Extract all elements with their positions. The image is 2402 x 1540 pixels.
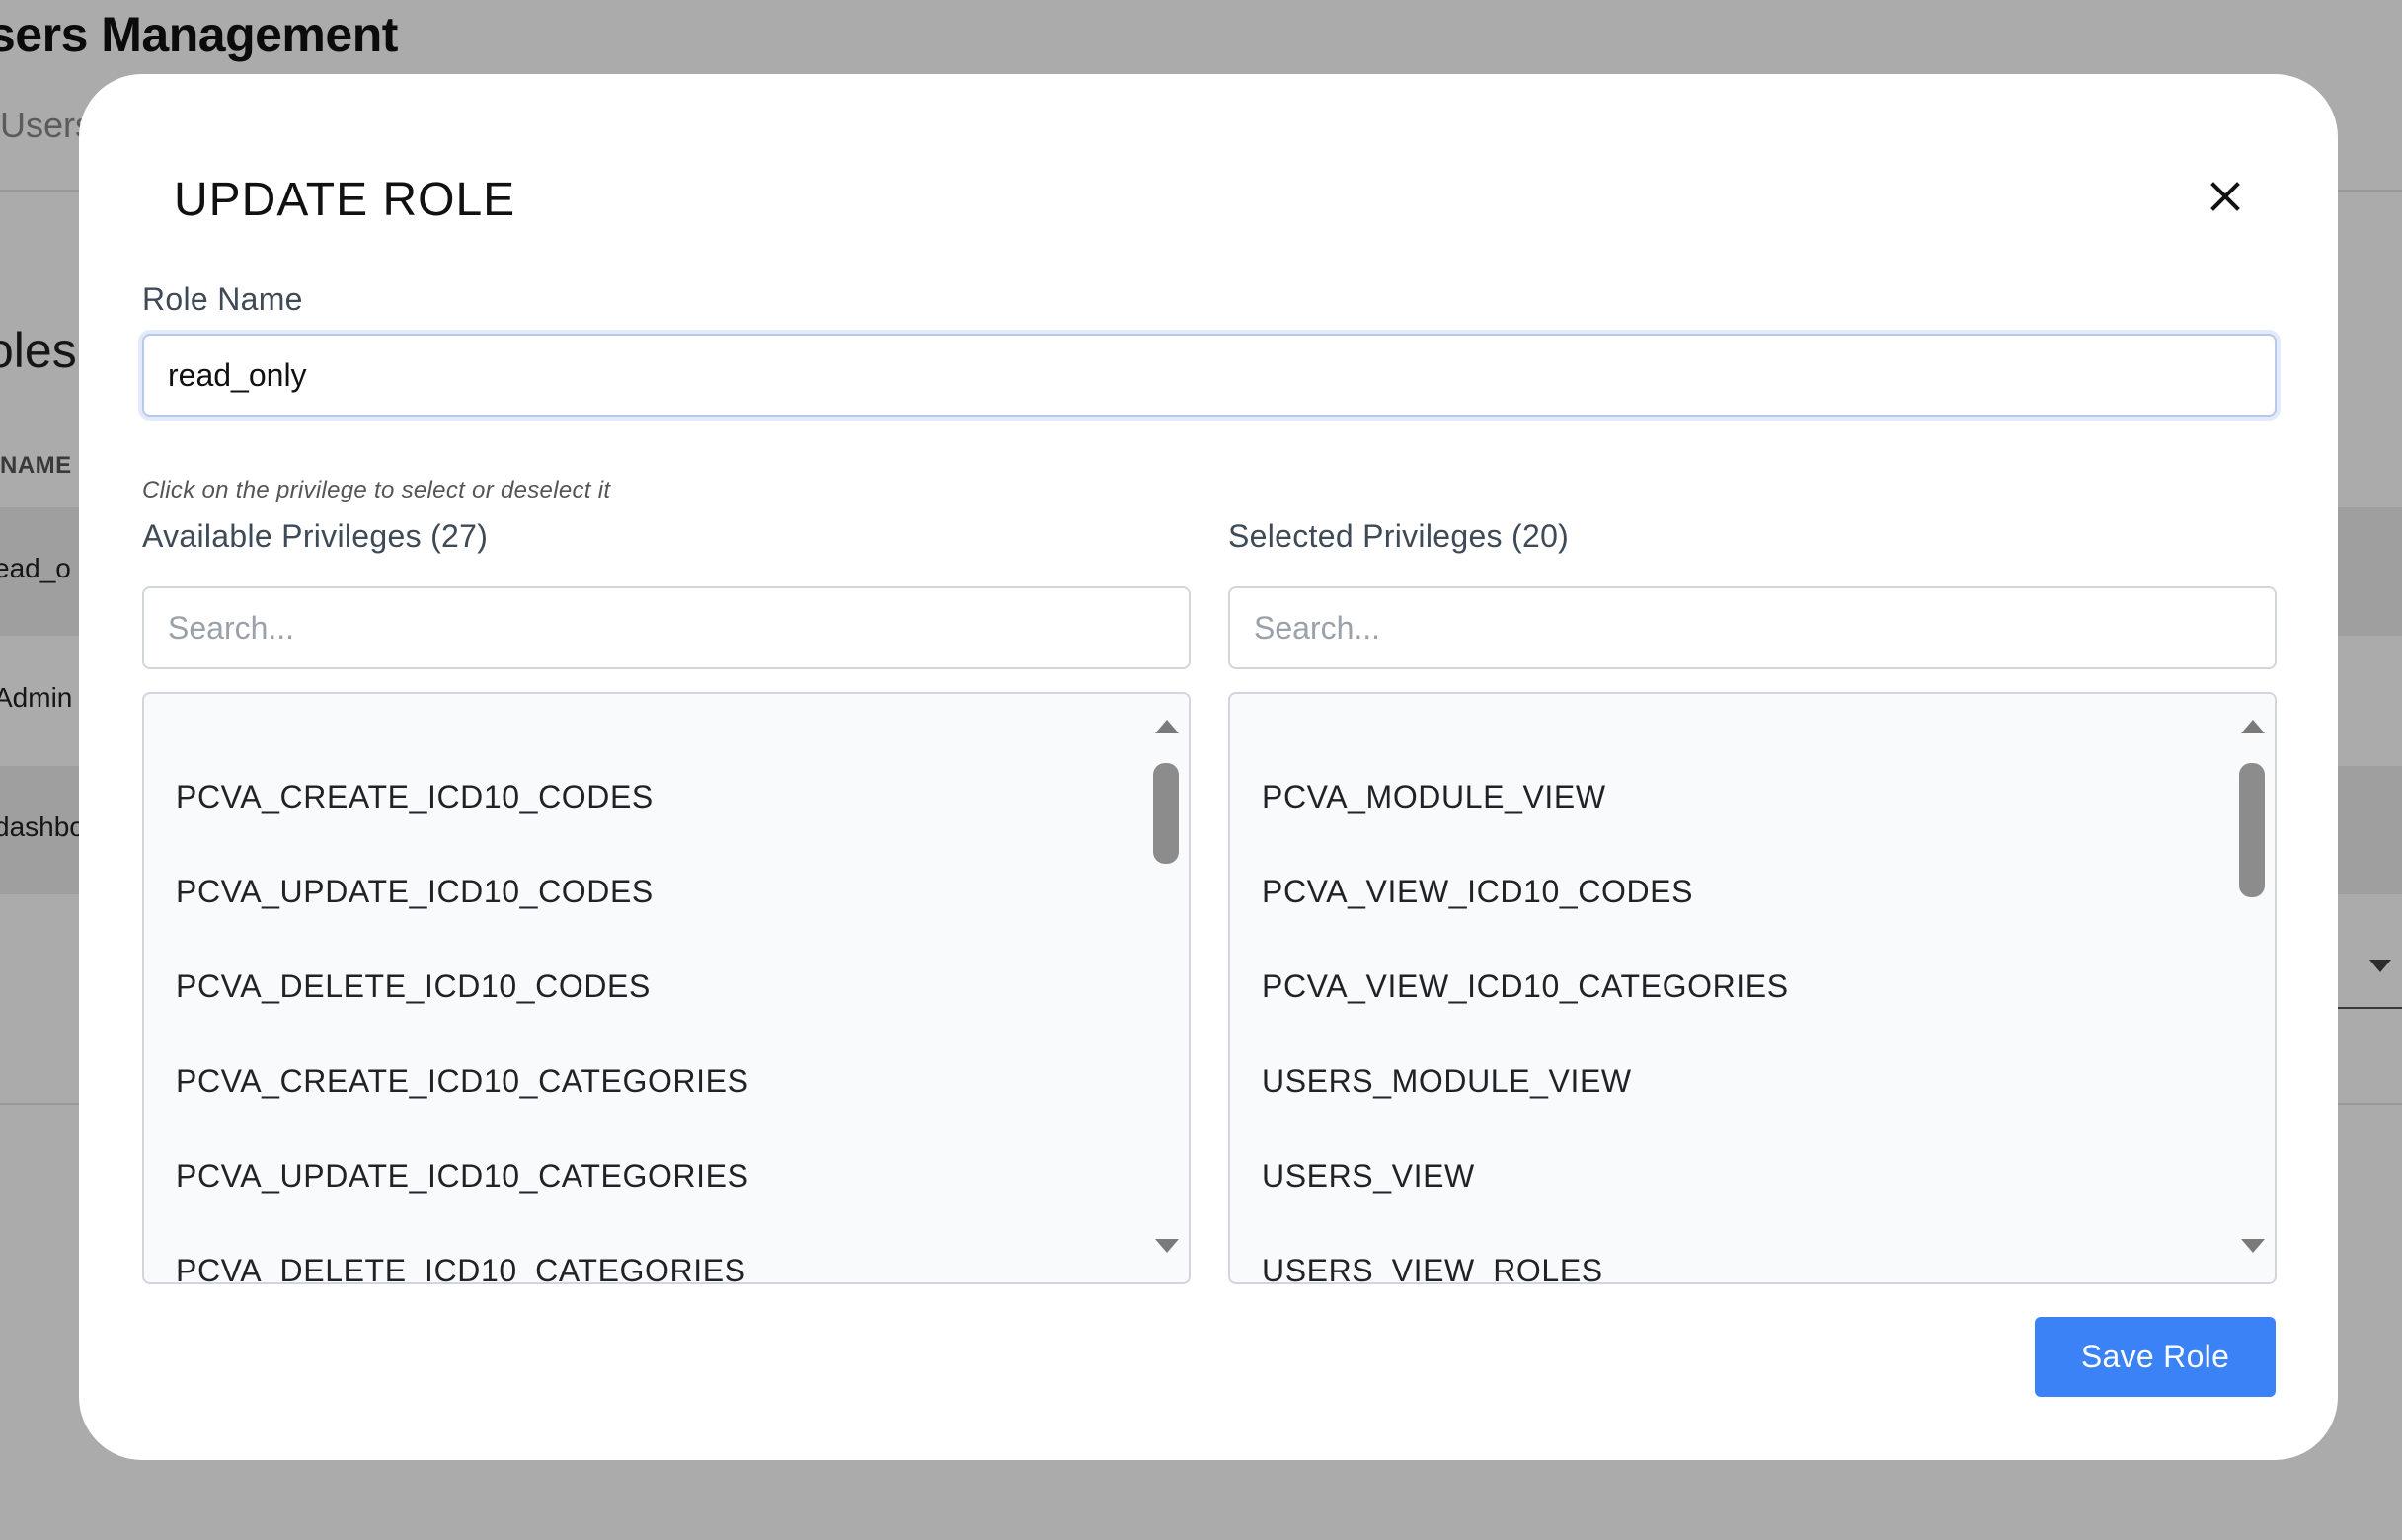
selected-privileges-list[interactable]: PCVA_MODULE_VIEW PCVA_VIEW_ICD10_CODES P… [1228,692,2277,1284]
available-scrollbar[interactable] [1143,694,1189,1282]
privilege-item[interactable]: PCVA_CREATE_ICD10_CODES [144,749,1145,844]
privilege-hint: Click on the privilege to select or dese… [142,477,611,503]
privilege-item[interactable]: PCVA_MODULE_VIEW [1230,749,2231,844]
privilege-item[interactable]: PCVA_DELETE_ICD10_CATEGORIES [144,1223,1145,1282]
scroll-up-arrow-icon[interactable] [2241,720,2265,733]
privilege-item[interactable]: PCVA_VIEW_ICD10_CATEGORIES [1230,939,2231,1034]
scroll-thumb[interactable] [1153,763,1179,864]
close-button[interactable] [2198,169,2253,224]
save-role-button[interactable]: Save Role [2035,1317,2276,1397]
role-name-label: Role Name [142,281,303,317]
modal-title: UPDATE ROLE [174,174,516,226]
scroll-up-arrow-icon[interactable] [1155,720,1179,733]
privilege-item[interactable]: USERS_VIEW_ROLES [1230,1223,2231,1282]
available-privileges-label: Available Privileges (27) [142,518,489,554]
role-name-input[interactable] [142,334,2277,417]
selected-scrollbar[interactable] [2229,694,2275,1282]
available-search-input[interactable] [142,586,1191,669]
privilege-item[interactable]: PCVA_UPDATE_ICD10_CATEGORIES [144,1128,1145,1223]
available-privileges-list[interactable]: PCVA_CREATE_ICD10_CODES PCVA_UPDATE_ICD1… [142,692,1191,1284]
scroll-thumb[interactable] [2239,763,2265,897]
selected-privileges-label: Selected Privileges (20) [1228,518,1570,554]
privilege-item[interactable]: USERS_VIEW [1230,1128,2231,1223]
selected-search-input[interactable] [1228,586,2277,669]
privilege-item[interactable]: PCVA_DELETE_ICD10_CODES [144,939,1145,1034]
close-icon [2210,182,2240,211]
privilege-item[interactable]: PCVA_CREATE_ICD10_CATEGORIES [144,1034,1145,1128]
privilege-item[interactable]: PCVA_UPDATE_ICD10_CODES [144,844,1145,939]
privilege-item[interactable]: PCVA_VIEW_ICD10_CODES [1230,844,2231,939]
scroll-down-arrow-icon[interactable] [2241,1239,2265,1253]
scroll-down-arrow-icon[interactable] [1155,1239,1179,1253]
update-role-modal: UPDATE ROLE Role Name Click on the privi… [79,74,2338,1460]
privilege-item[interactable]: USERS_MODULE_VIEW [1230,1034,2231,1128]
